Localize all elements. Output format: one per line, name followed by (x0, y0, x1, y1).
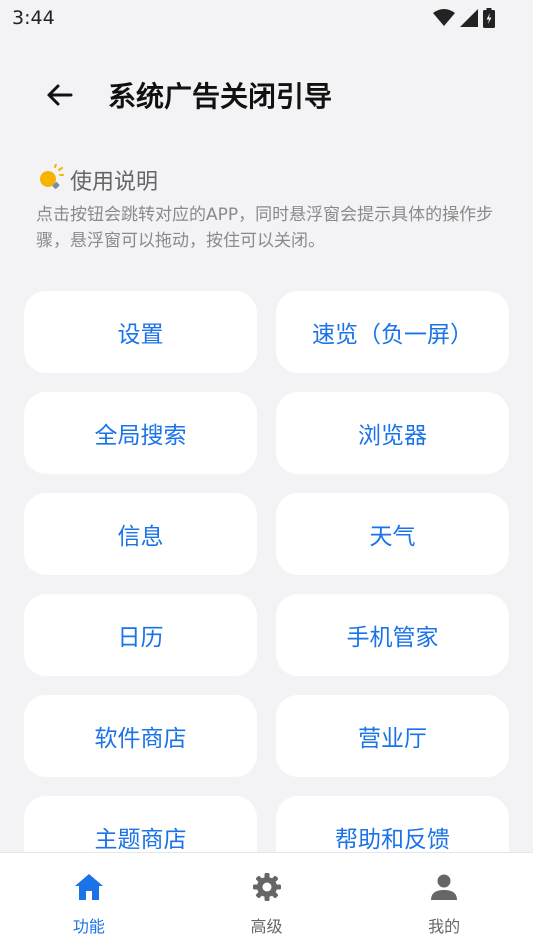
battery-icon (483, 8, 495, 28)
signal-icon (460, 9, 478, 27)
browser-button[interactable]: 浏览器 (276, 392, 509, 474)
status-bar: 3:44 (0, 0, 533, 38)
nav-label-advanced: 高级 (250, 917, 283, 936)
nav-label-features: 功能 (72, 917, 105, 936)
function-grid: 设置 速览（负一屏） 全局搜索 浏览器 信息 天气 日历 手机管家 软件商店 营… (24, 291, 510, 852)
instructions-body: 点击按钮会跳转对应的APP，同时悬浮窗会提示具体的操作步骤，悬浮窗可以拖动，按住… (36, 205, 494, 251)
instructions-title: 使用说明 (70, 170, 159, 195)
lightbulb-icon (36, 163, 64, 196)
minus-one-screen-button[interactable]: 速览（负一屏） (276, 291, 509, 373)
screen: 3:44 系统广告关闭引导 使用说明 点击按钮会跳转对应的APP，同时悬浮窗会提… (0, 0, 533, 947)
page-title: 系统广告关闭引导 (108, 80, 333, 113)
function-grid-inner: 设置 速览（负一屏） 全局搜索 浏览器 信息 天气 日历 手机管家 软件商店 营… (24, 291, 510, 852)
person-icon (428, 871, 460, 903)
nav-label-mine: 我的 (428, 917, 461, 936)
status-icons (433, 8, 495, 28)
weather-button[interactable]: 天气 (276, 493, 509, 575)
nav-item-advanced[interactable]: 高级 (178, 853, 356, 947)
messages-button[interactable]: 信息 (24, 493, 257, 575)
help-feedback-button[interactable]: 帮助和反馈 (276, 796, 509, 852)
settings-button[interactable]: 设置 (24, 291, 257, 373)
service-hall-button[interactable]: 营业厅 (276, 695, 509, 777)
instructions-section: 使用说明 点击按钮会跳转对应的APP，同时悬浮窗会提示具体的操作步骤，悬浮窗可以… (36, 162, 506, 254)
status-time: 3:44 (12, 7, 55, 29)
nav-item-features[interactable]: 功能 (0, 853, 178, 947)
app-bar: 系统广告关闭引导 (0, 60, 533, 132)
instructions-header: 使用说明 (36, 162, 506, 198)
calendar-button[interactable]: 日历 (24, 594, 257, 676)
gear-icon (251, 871, 283, 903)
global-search-button[interactable]: 全局搜索 (24, 392, 257, 474)
arrow-left-icon (45, 83, 73, 111)
back-button[interactable] (40, 78, 78, 116)
wifi-icon (433, 9, 455, 27)
theme-store-button[interactable]: 主题商店 (24, 796, 257, 852)
nav-item-mine[interactable]: 我的 (355, 853, 533, 947)
app-store-button[interactable]: 软件商店 (24, 695, 257, 777)
home-icon (73, 871, 105, 903)
bottom-nav: 功能 高级 我的 (0, 852, 533, 947)
phone-manager-button[interactable]: 手机管家 (276, 594, 509, 676)
